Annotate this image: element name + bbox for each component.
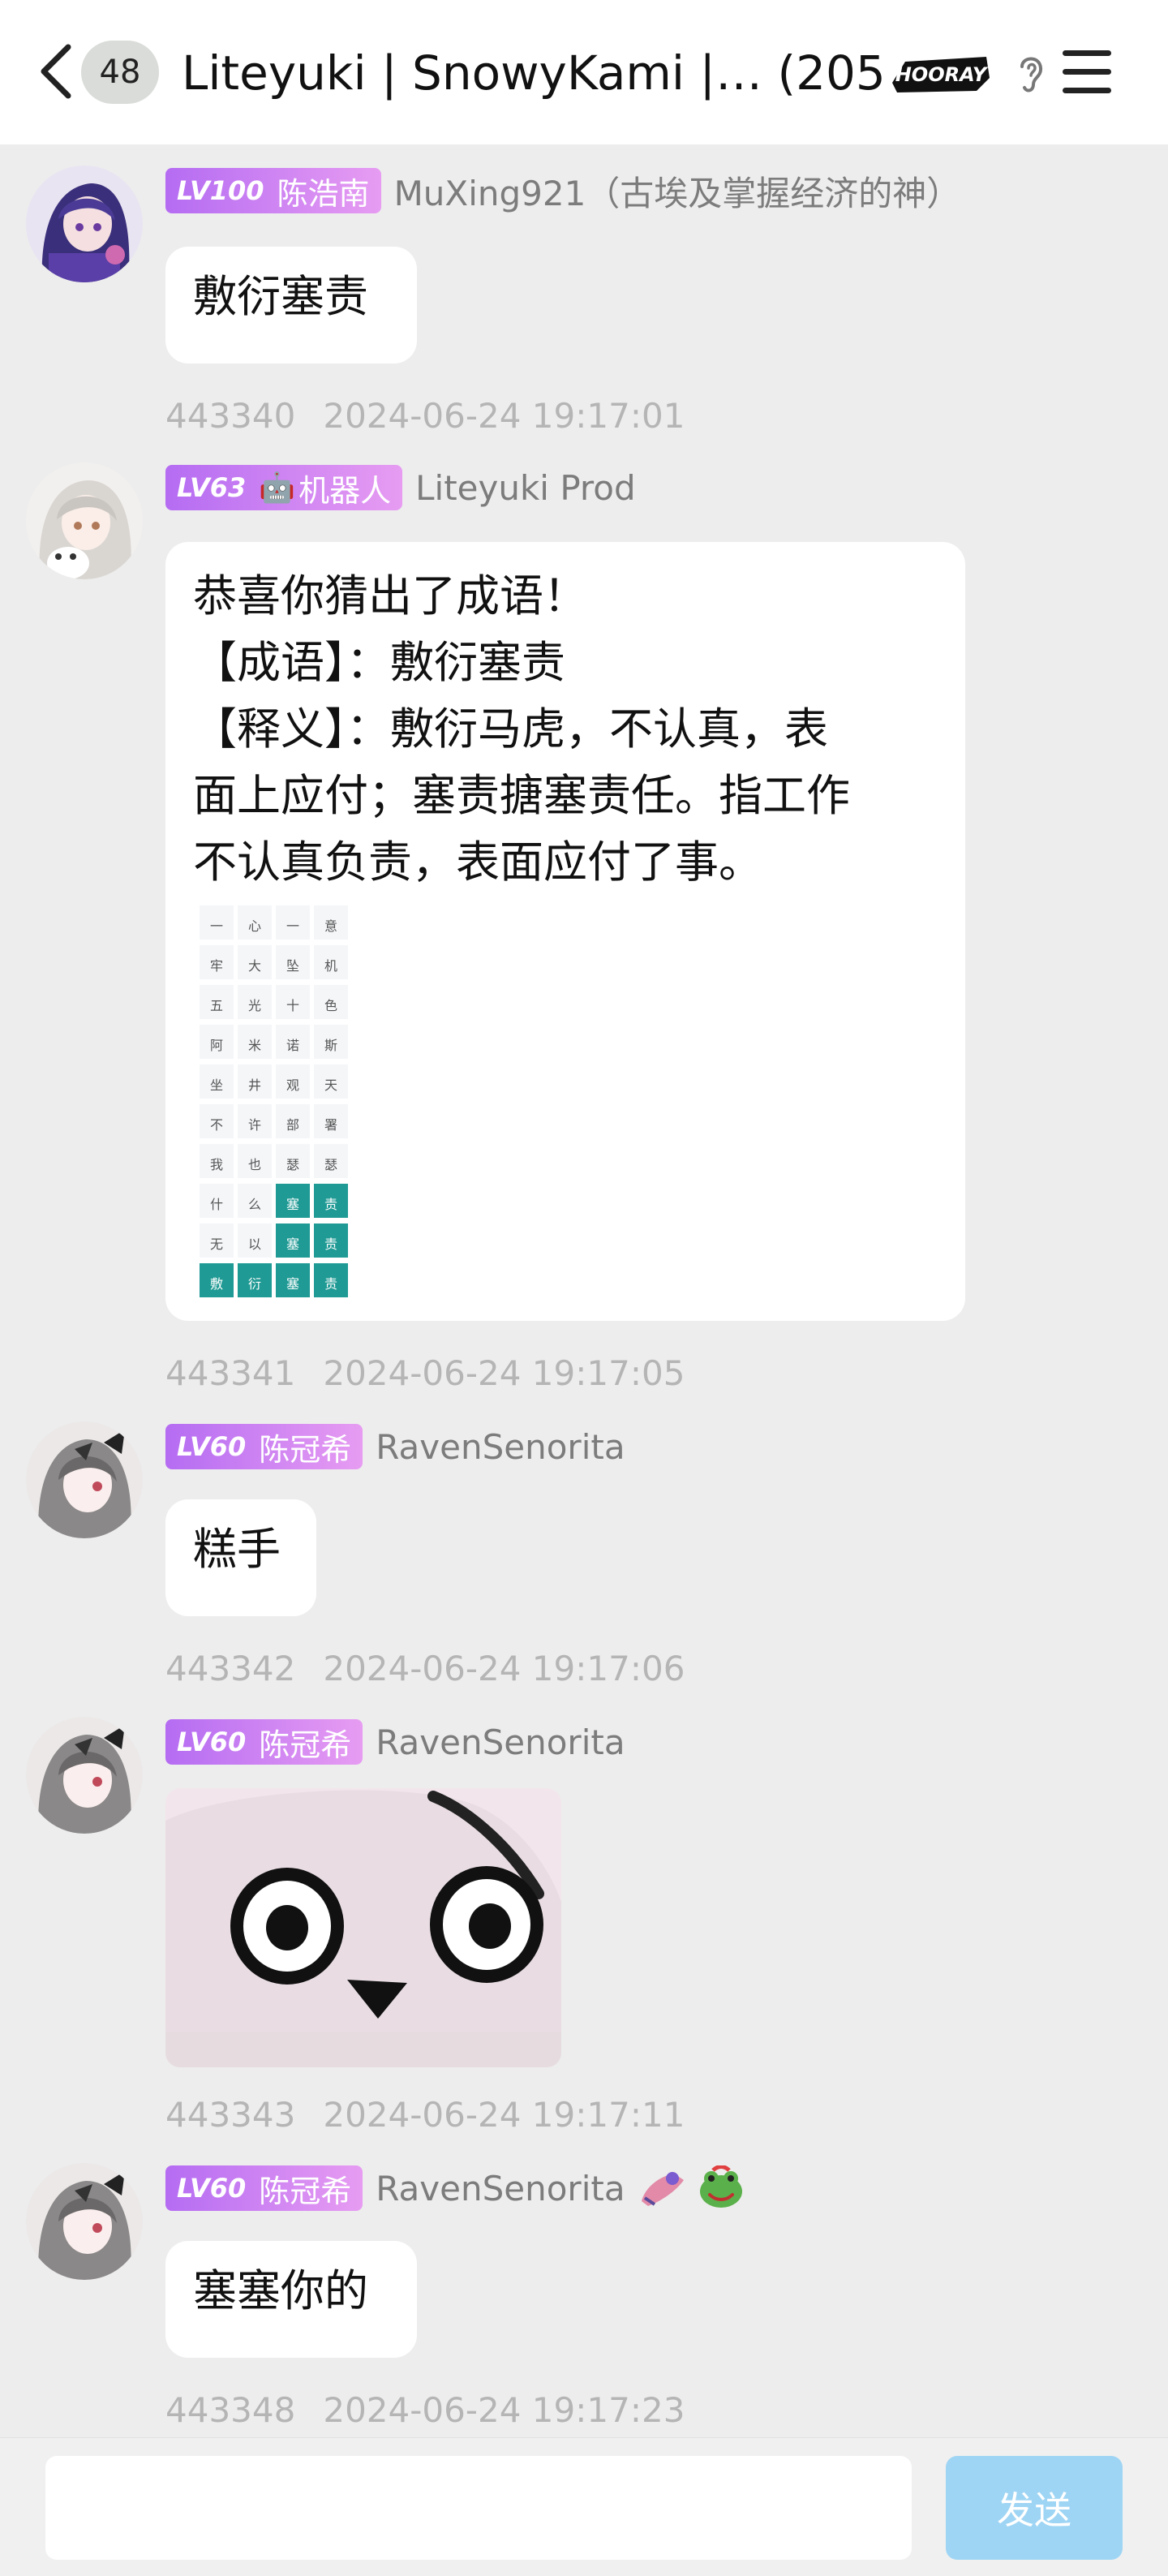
menu-icon[interactable] xyxy=(1063,49,1111,96)
back-arrow-icon[interactable] xyxy=(36,42,76,101)
grid-cell: 井 xyxy=(238,1064,272,1099)
message-footer: 443341 2024-06-24 19:17:05 xyxy=(165,1353,685,1399)
composer-bar: 发送 xyxy=(0,2437,1168,2576)
grid-cell: 坐 xyxy=(200,1064,234,1099)
message-time: 2024-06-24 19:17:06 xyxy=(323,1649,685,1688)
send-button[interactable]: 发送 xyxy=(946,2456,1123,2560)
robot-icon: 🤖 xyxy=(259,471,296,505)
message-bubble[interactable]: 糕手 xyxy=(165,1499,316,1616)
avatar[interactable] xyxy=(26,166,143,282)
chat-header: 48 Liteyuki | SnowyKami |… (205) HOORAY xyxy=(0,0,1168,144)
grid-cell: 天 xyxy=(314,1064,348,1099)
message-footer: 443342 2024-06-24 19:17:06 xyxy=(165,1649,685,1694)
level-badge: LV60 陈冠希 xyxy=(165,2165,363,2211)
grid-cell: 敷 xyxy=(200,1263,234,1297)
grid-cell: 色 xyxy=(314,985,348,1019)
grid-cell: 米 xyxy=(238,1025,272,1059)
avatar[interactable] xyxy=(26,2163,143,2280)
grid-cell: 牢 xyxy=(200,945,234,979)
message-footer: 443340 2024-06-24 19:17:01 xyxy=(165,396,685,441)
avatar[interactable] xyxy=(26,462,143,579)
grid-cell: 阿 xyxy=(200,1025,234,1059)
sender-nickname[interactable]: RavenSenorita xyxy=(376,1722,625,1762)
grid-cell: 部 xyxy=(276,1104,310,1138)
message-footer: 443348 2024-06-24 19:17:23 xyxy=(165,2390,685,2436)
grid-cell: 瑟 xyxy=(276,1144,310,1178)
message-meta: LV60 陈冠希 RavenSenorita xyxy=(165,1421,625,1472)
grid-cell: 什 xyxy=(200,1184,234,1218)
message-id: 443343 xyxy=(165,2095,296,2135)
message-id: 443342 xyxy=(165,1649,296,1688)
message-time: 2024-06-24 19:17:01 xyxy=(323,396,685,436)
hooray-sticker-icon[interactable]: HOORAY xyxy=(889,50,993,96)
avatar[interactable] xyxy=(26,1717,143,1834)
grid-cell: 十 xyxy=(276,985,310,1019)
idiom-grid-image[interactable]: 一心一意牢大坠机五光十色阿米诺斯坐井观天不许部署我也瑟瑟什么塞责无以塞责敷衍塞责 xyxy=(200,905,348,1297)
grid-cell: 观 xyxy=(276,1064,310,1099)
grid-cell: 心 xyxy=(238,905,272,940)
grid-cell: 斯 xyxy=(314,1025,348,1059)
message-meta: LV60 陈冠希 RavenSenorita xyxy=(165,2163,745,2213)
sticker-image[interactable] xyxy=(165,1788,561,2067)
grid-cell: 无 xyxy=(200,1223,234,1258)
grid-cell: 么 xyxy=(238,1184,272,1218)
message-time: 2024-06-24 19:17:05 xyxy=(323,1353,685,1393)
grid-cell: 一 xyxy=(276,905,310,940)
message-text: 敷衍塞责 xyxy=(193,271,368,322)
message-meta: LV100 陈浩南 MuXing921（古埃及掌握经济的神） xyxy=(165,166,960,216)
grid-cell: 署 xyxy=(314,1104,348,1138)
level-badge: LV100 陈浩南 xyxy=(165,168,381,213)
grid-cell: 瑟 xyxy=(314,1144,348,1178)
svg-text:HOORAY: HOORAY xyxy=(895,63,989,86)
grid-cell: 塞 xyxy=(276,1263,310,1297)
avatar[interactable] xyxy=(26,1421,143,1538)
level-badge: LV60 陈冠希 xyxy=(165,1719,363,1765)
level-badge: LV60 陈冠希 xyxy=(165,1424,363,1469)
level-badge: LV63 🤖 机器人 xyxy=(165,465,403,510)
message-time: 2024-06-24 19:17:11 xyxy=(323,2095,685,2135)
message-id: 443340 xyxy=(165,396,296,436)
message-time: 2024-06-24 19:17:23 xyxy=(323,2390,685,2430)
ear-listen-icon[interactable] xyxy=(1014,50,1048,96)
grid-cell: 机 xyxy=(314,945,348,979)
sender-nickname[interactable]: Liteyuki Prod xyxy=(415,468,635,508)
grid-cell: 意 xyxy=(314,905,348,940)
message-text: 糕手 xyxy=(193,1524,281,1575)
frog-emoji-icon xyxy=(699,2165,742,2208)
grid-cell: 塞 xyxy=(276,1184,310,1218)
sticker-badge-icon xyxy=(641,2172,684,2206)
grid-cell: 我 xyxy=(200,1144,234,1178)
grid-cell: 坠 xyxy=(276,945,310,979)
grid-cell: 也 xyxy=(238,1144,272,1178)
message-text: 恭喜你猜出了成语！ 【成语】：敷衍塞责 【释义】：敷衍马虎，不认真，表 面上应付… xyxy=(193,570,850,888)
grid-cell: 诺 xyxy=(276,1025,310,1059)
grid-cell: 不 xyxy=(200,1104,234,1138)
unread-count-badge[interactable]: 48 xyxy=(81,41,159,104)
message-bubble[interactable]: 敷衍塞责 xyxy=(165,247,417,363)
grid-cell: 责 xyxy=(314,1184,348,1218)
message-id: 443348 xyxy=(165,2390,296,2430)
message-meta: LV63 🤖 机器人 Liteyuki Prod xyxy=(165,462,636,513)
message-text: 塞塞你的 xyxy=(193,2265,368,2316)
sender-nickname[interactable]: RavenSenorita xyxy=(376,2169,625,2208)
grid-cell: 责 xyxy=(314,1223,348,1258)
message-id: 443341 xyxy=(165,1353,296,1393)
grid-cell: 以 xyxy=(238,1223,272,1258)
grid-cell: 大 xyxy=(238,945,272,979)
chat-title[interactable]: Liteyuki | SnowyKami |… (205) xyxy=(182,39,887,107)
grid-cell: 责 xyxy=(314,1263,348,1297)
message-meta: LV60 陈冠希 RavenSenorita xyxy=(165,1717,625,1767)
grid-cell: 塞 xyxy=(276,1223,310,1258)
message-bubble[interactable]: 恭喜你猜出了成语！ 【成语】：敷衍塞责 【释义】：敷衍马虎，不认真，表 面上应付… xyxy=(165,542,965,1321)
grid-cell: 一 xyxy=(200,905,234,940)
message-footer: 443343 2024-06-24 19:17:11 xyxy=(165,2095,685,2140)
message-bubble[interactable]: 塞塞你的 xyxy=(165,2241,417,2358)
grid-cell: 光 xyxy=(238,985,272,1019)
sender-nickname[interactable]: RavenSenorita xyxy=(376,1427,625,1467)
grid-cell: 衍 xyxy=(238,1263,272,1297)
sender-nickname[interactable]: MuXing921（古埃及掌握经济的神） xyxy=(394,166,961,216)
message-input[interactable] xyxy=(45,2456,912,2560)
grid-cell: 五 xyxy=(200,985,234,1019)
grid-cell: 许 xyxy=(238,1104,272,1138)
